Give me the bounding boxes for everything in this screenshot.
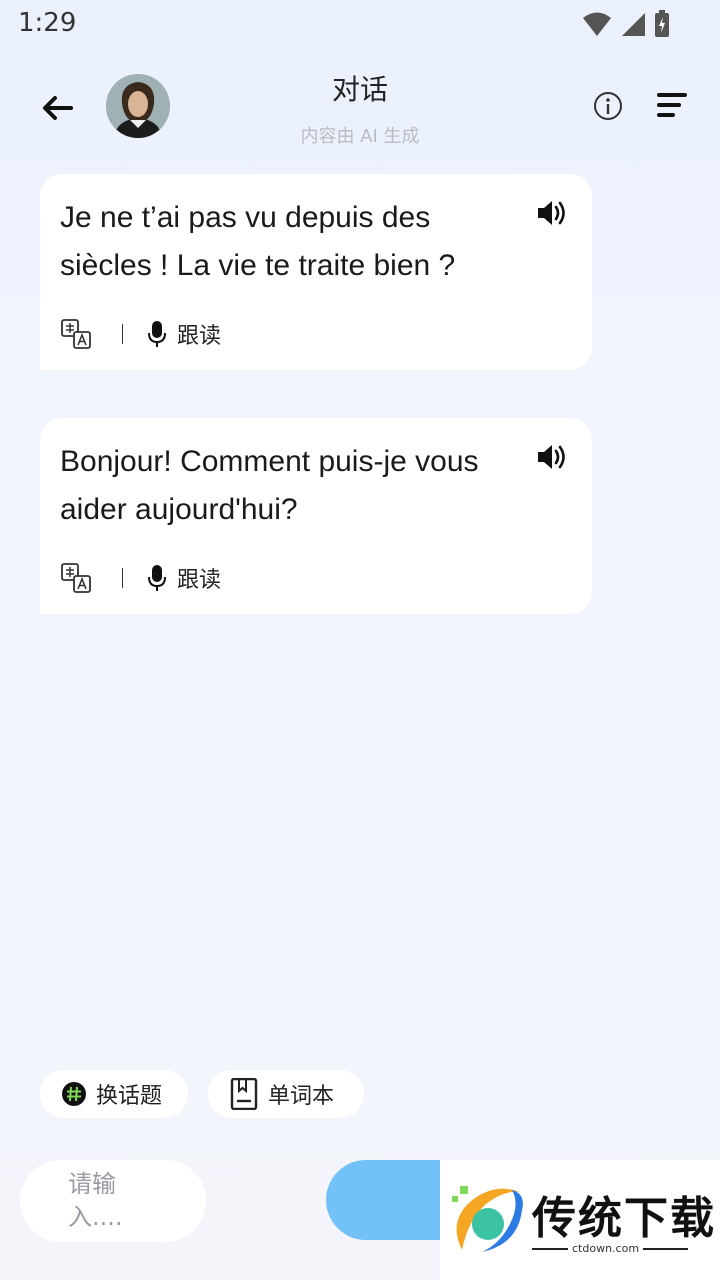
change-topic-button[interactable]: 换话题 [40,1070,188,1118]
watermark-logo [452,1186,523,1252]
translate-icon[interactable] [60,318,92,350]
wordbook-label: 单词本 [268,1084,335,1109]
message-tools: 跟读 [60,318,221,350]
follow-read-button[interactable]: 跟读 [177,562,221,594]
message-text: Je ne t’ai pas vu depuis des siècles ! L… [60,201,456,282]
info-icon[interactable] [592,90,624,122]
watermark-url: ctdown.com [568,1242,644,1255]
hashtag-icon [62,1082,86,1106]
message-input[interactable]: 请输入.... [20,1160,206,1242]
message-tools: 跟读 [60,562,221,594]
wifi-icon [583,12,611,36]
microphone-icon[interactable] [147,564,167,592]
message-bubble: Bonjour! Comment puis-je vous aider aujo… [40,418,592,614]
follow-read-button[interactable]: 跟读 [177,318,221,350]
translate-icon[interactable] [60,562,92,594]
divider [122,568,123,588]
status-icons [582,10,670,38]
message-text: Bonjour! Comment puis-je vous aider aujo… [60,445,479,526]
wordbook-button[interactable]: 单词本 [208,1070,364,1118]
watermark-brand: 传统下载 [532,1193,716,1244]
top-bar: 对话 内容由 AI 生成 [0,60,720,160]
battery-icon [655,10,669,37]
change-topic-label: 换话题 [96,1084,163,1109]
ai-generated-notice: 内容由 AI 生成 [300,126,420,147]
message-bubble: Je ne t’ai pas vu depuis des siècles ! L… [40,174,592,370]
notebook-icon [230,1078,258,1110]
microphone-icon[interactable] [147,320,167,348]
menu-icon[interactable] [655,90,689,120]
speaker-icon[interactable] [536,198,570,228]
status-time: 1:29 [18,8,77,38]
watermark: 传统下载 ctdown.com [440,1160,720,1280]
signal-icon [622,13,645,36]
input-placeholder: 请输入.... [68,1170,123,1231]
status-bar: 1:29 [0,0,720,50]
divider [122,324,123,344]
speaker-icon[interactable] [536,442,570,472]
